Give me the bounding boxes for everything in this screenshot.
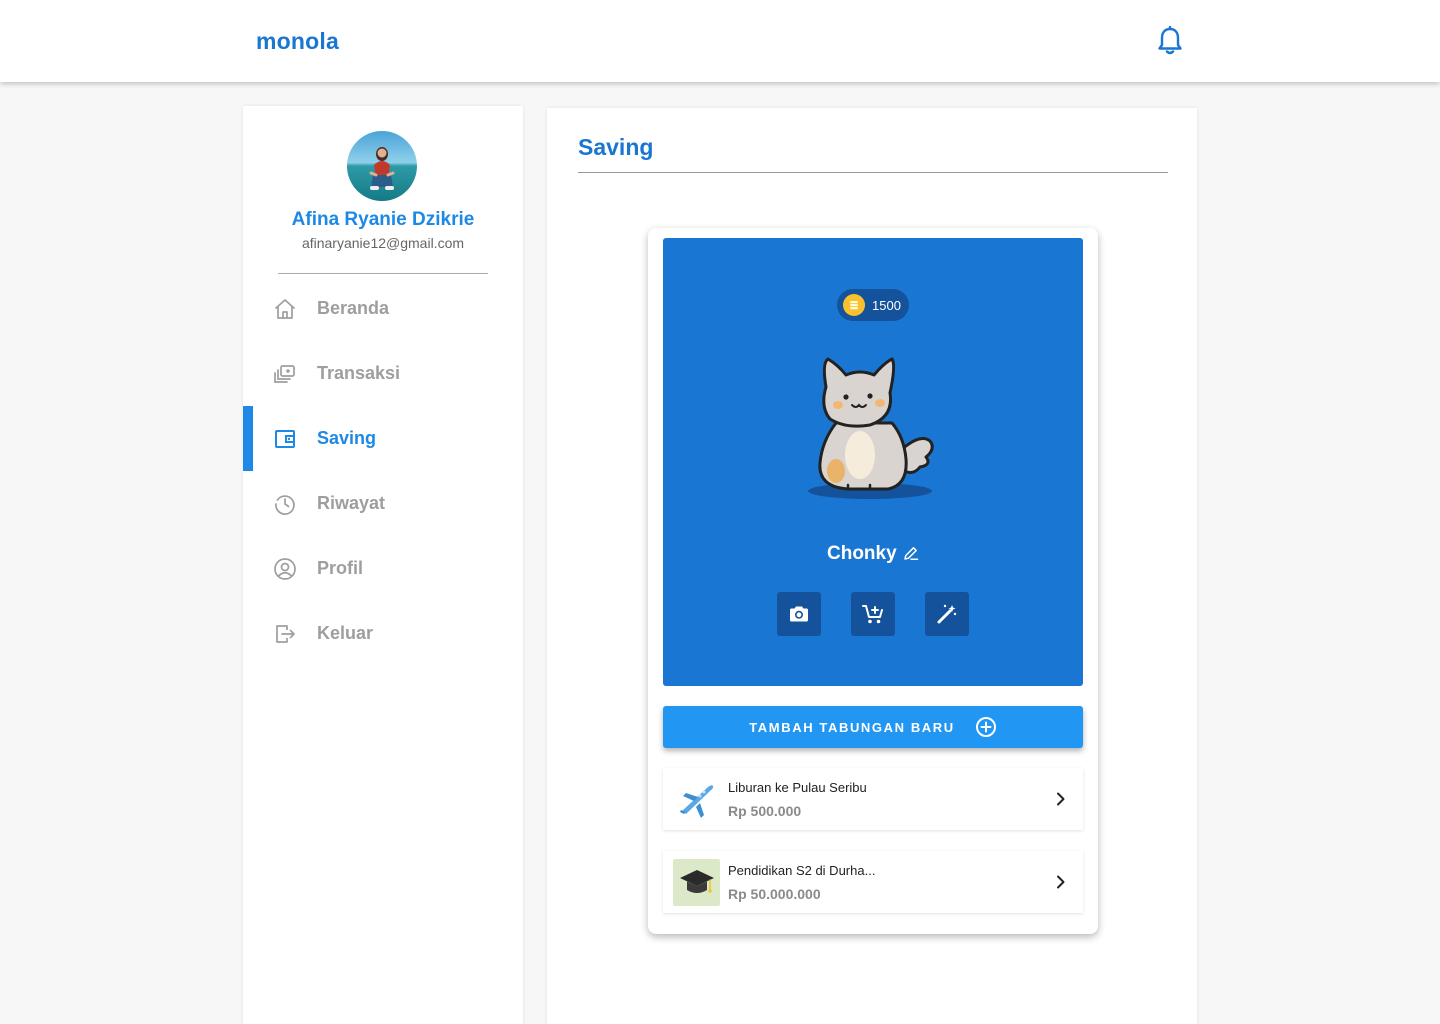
airplane-icon (673, 776, 720, 823)
logout-icon (273, 622, 297, 646)
saving-goal-item[interactable]: Pendidikan S2 di Durha... Rp 50.000.000 (663, 851, 1083, 913)
goal-title: Pendidikan S2 di Durha... (728, 863, 876, 878)
bell-icon[interactable] (1156, 26, 1184, 56)
transaction-icon (273, 362, 297, 386)
title-divider (578, 172, 1168, 173)
graduation-cap-icon (673, 859, 720, 906)
sidebar-item-label: Riwayat (317, 493, 386, 513)
coin-icon (843, 294, 865, 316)
pet-cat-illustration[interactable] (808, 353, 938, 503)
avatar[interactable] (347, 131, 417, 201)
coin-balance: 1500 (872, 297, 901, 313)
chevron-right-icon (1057, 875, 1065, 889)
wallet-icon (273, 427, 297, 451)
top-bar: monola (0, 0, 1440, 82)
page-title: Saving (578, 134, 654, 160)
user-name: Afina Ryanie Dzikrie (291, 209, 475, 230)
sidebar-nav: Beranda Transaksi Saving Riwayat Profil (243, 276, 523, 666)
sidebar: Afina Ryanie Dzikrie afinaryanie12@gmail… (243, 106, 523, 1024)
sidebar-item-beranda[interactable]: Beranda (243, 276, 523, 341)
sidebar-item-saving[interactable]: Saving (243, 406, 523, 471)
main-panel: Saving 1500 Chonky TAMBAH TABUNGAN BARU … (547, 108, 1197, 1024)
goal-amount: Rp 50.000.000 (728, 886, 821, 902)
history-icon (273, 492, 297, 516)
coin-balance-badge: 1500 (837, 289, 909, 321)
sidebar-item-label: Beranda (317, 298, 390, 318)
user-circle-icon (273, 557, 297, 581)
camera-icon (790, 606, 808, 622)
edit-pencil-icon[interactable] (903, 545, 919, 561)
user-email: afinaryanie12@gmail.com (301, 235, 465, 251)
sidebar-item-label: Transaksi (317, 363, 401, 383)
goal-amount: Rp 500.000 (728, 803, 802, 819)
sidebar-item-label: Keluar (317, 623, 374, 643)
customize-button[interactable] (925, 592, 969, 636)
pet-name: Chonky (827, 543, 897, 564)
sidebar-item-label: Saving (317, 428, 377, 448)
sidebar-item-transaksi[interactable]: Transaksi (243, 341, 523, 406)
saving-card: 1500 Chonky TAMBAH TABUNGAN BARU Liburan… (648, 228, 1098, 934)
plus-circle-icon (975, 717, 996, 737)
chevron-right-icon (1057, 792, 1065, 806)
magic-wand-icon (937, 604, 957, 624)
sidebar-item-riwayat[interactable]: Riwayat (243, 471, 523, 536)
shop-button[interactable] (851, 592, 895, 636)
sidebar-item-profil[interactable]: Profil (243, 536, 523, 601)
sidebar-divider (278, 273, 488, 274)
add-saving-label: TAMBAH TABUNGAN BARU (749, 719, 955, 735)
home-icon (273, 297, 297, 321)
cart-add-icon (862, 605, 883, 624)
camera-button[interactable] (777, 592, 821, 636)
sidebar-item-keluar[interactable]: Keluar (243, 601, 523, 666)
add-saving-button[interactable]: TAMBAH TABUNGAN BARU (663, 706, 1083, 748)
saving-goal-item[interactable]: Liburan ke Pulau Seribu Rp 500.000 (663, 768, 1083, 830)
pet-panel: 1500 Chonky (663, 238, 1083, 686)
goal-title: Liburan ke Pulau Seribu (728, 780, 867, 795)
sidebar-item-label: Profil (317, 558, 364, 578)
brand-logo[interactable]: monola (256, 28, 339, 55)
